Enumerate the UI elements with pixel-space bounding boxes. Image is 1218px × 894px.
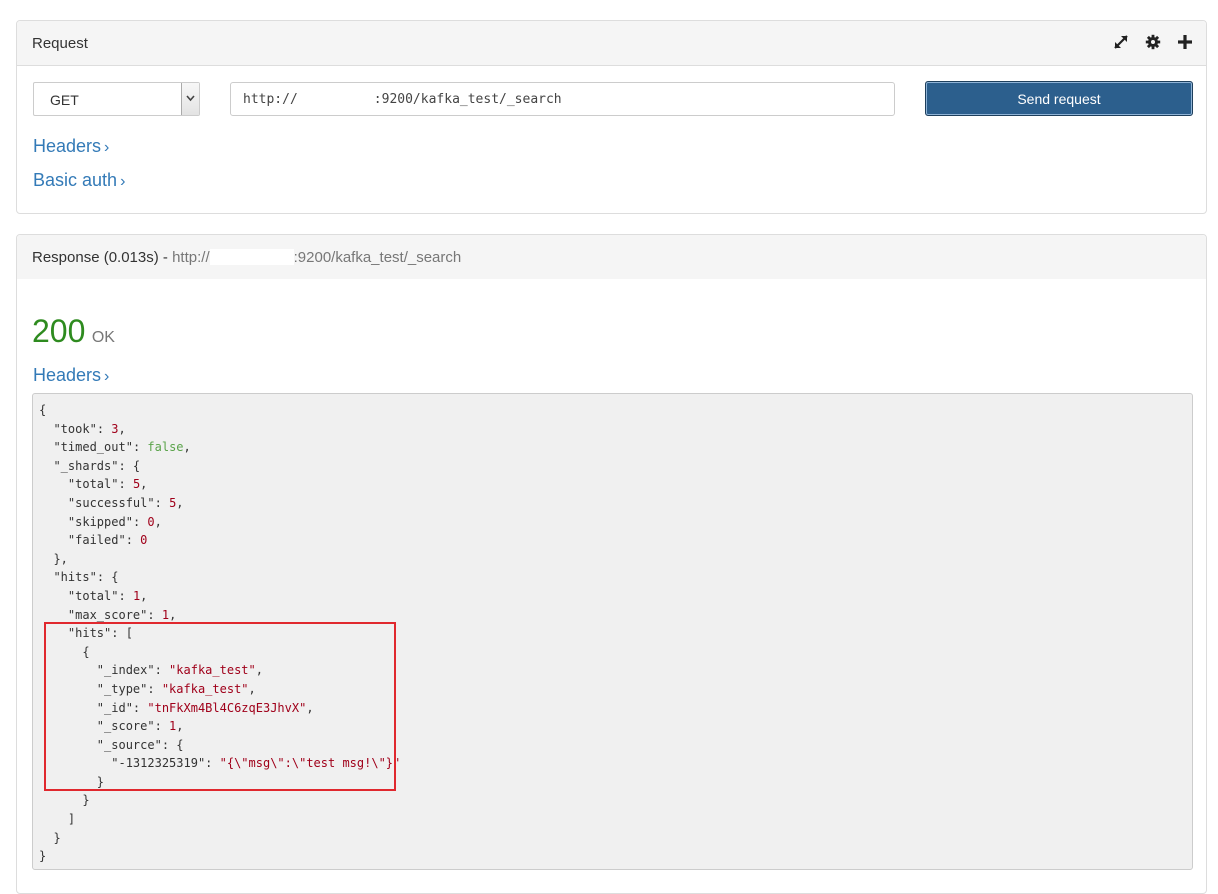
status-code: 200 [32,313,86,349]
request-headers-toggle[interactable]: Headers › [33,136,109,157]
select-arrow[interactable] [181,83,199,115]
response-headers-label: Headers [33,365,102,385]
redacted-host [209,249,294,265]
status-text: OK [91,329,115,346]
json-id: "tnFkXm4Bl4C6zqE3JhvX" [147,700,307,715]
request-title: Request [32,35,88,52]
json-source-key: "-1312325319" [111,756,206,771]
request-panel-heading: Request [17,21,1206,66]
expand-icon[interactable] [1112,33,1130,51]
chevron-right-icon: › [104,368,110,385]
json-type: "kafka_test" [161,681,249,696]
plus-icon[interactable] [1176,33,1194,51]
response-time: Response (0.013s) [32,249,159,266]
response-title: Response (0.013s) - http:// :9200/kafka_t… [32,249,461,266]
status-line: 200 OK [32,313,115,350]
request-panel: Request GET http://:9200/kafka_test/_se… [16,20,1207,214]
chevron-right-icon: › [104,139,110,156]
response-panel-heading: Response (0.013s) - http:// :9200/kafka_t… [17,235,1206,279]
json-shards-successful: 5 [169,495,177,510]
response-url-prefix: http:// [172,249,210,266]
json-score: 1 [169,719,177,734]
method-select[interactable]: GET [33,82,200,116]
gear-icon[interactable] [1144,33,1162,51]
caret-down-icon [186,95,195,102]
chevron-right-icon: › [120,173,126,190]
basic-auth-toggle[interactable]: Basic auth › [33,170,125,191]
method-value: GET [50,92,79,108]
url-suffix: :9200/kafka_test/_search [373,92,562,107]
json-shards-skipped: 0 [147,514,155,529]
response-url: http:// :9200/kafka_test/_search [172,249,461,266]
heading-actions [1112,33,1194,51]
send-request-button[interactable]: Send request [925,81,1193,116]
request-headers-label: Headers [33,136,102,156]
json-hits-total: 1 [132,588,141,603]
json-timed-out: false [147,440,184,455]
url-input[interactable]: http:// :9200/kafka_test/_search [230,82,895,116]
json-max-score: 1 [161,607,170,622]
response-url-suffix: :9200/kafka_test/_search [293,249,462,266]
json-shards-total: 5 [132,477,141,492]
url-text: http:// :9200/kafka_test/_search [243,92,562,107]
json-source-value: "{\"msg\":\"test msg!\"}" [219,756,401,771]
response-body[interactable]: { "took": 3, "timed_out": false, "_shard… [32,393,1193,870]
json-index: "kafka_test" [169,663,256,678]
url-prefix: http:// [243,92,298,107]
response-panel: Response (0.013s) - http:// :9200/kafka_t… [16,234,1207,894]
basic-auth-label: Basic auth [33,170,118,190]
response-headers-toggle[interactable]: Headers › [33,365,109,386]
json-took: 3 [111,421,119,436]
json-shards-failed: 0 [140,533,148,548]
title-separator: - [158,249,173,266]
redacted-host [297,92,374,106]
json-content: { "took": 3, "timed_out": false, "_shard… [39,403,401,864]
